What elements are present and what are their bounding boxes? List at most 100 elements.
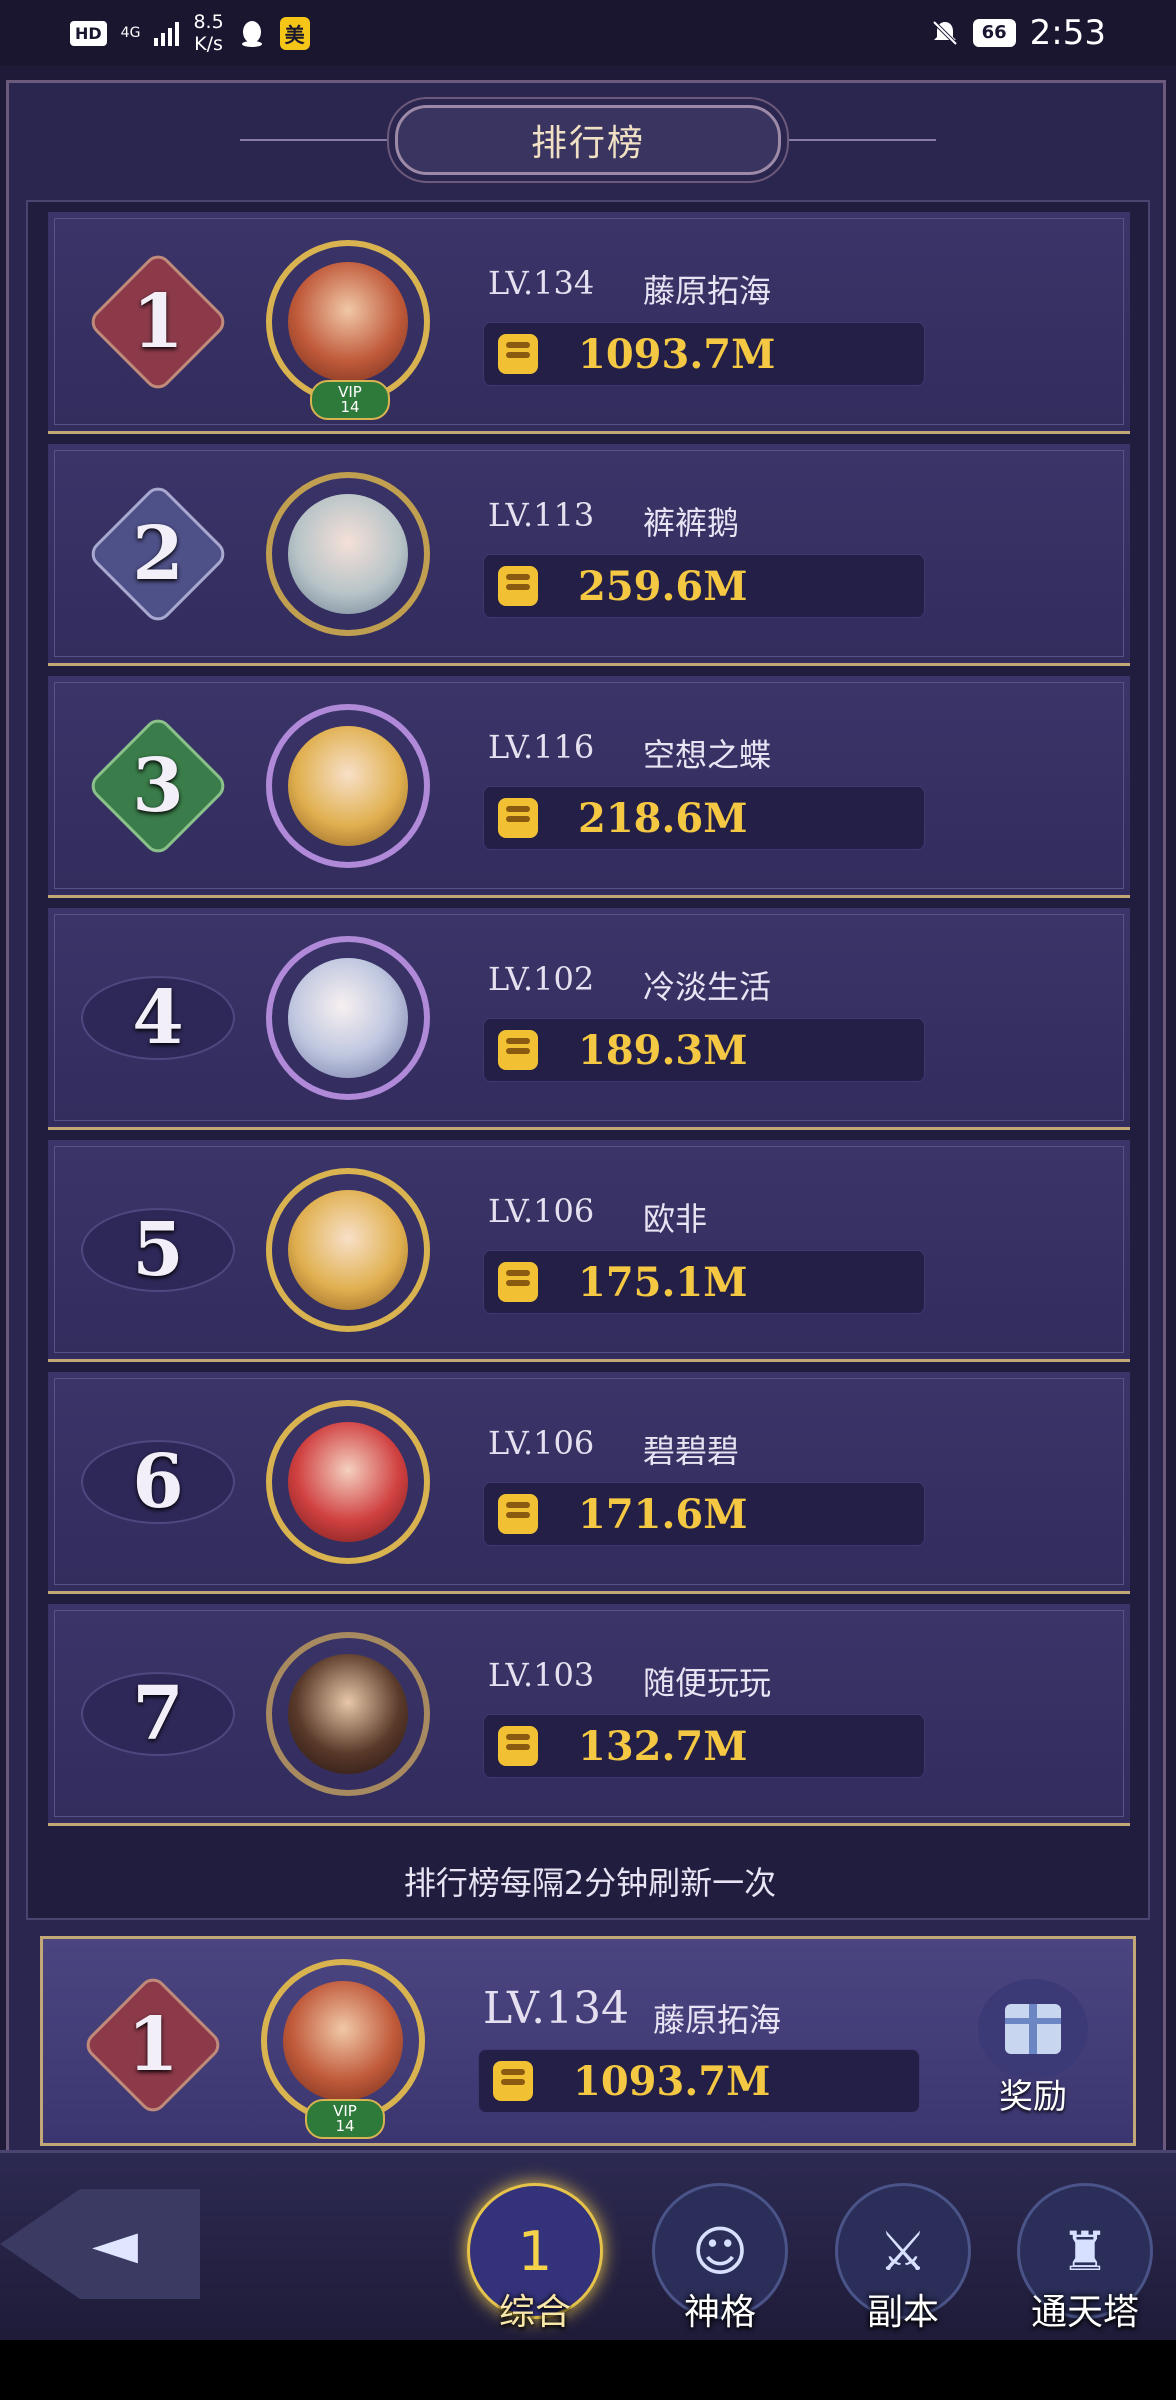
power-bar: 259.6M xyxy=(483,554,925,618)
tab-tower[interactable]: ♜ 通天塔 xyxy=(1010,2183,1160,2333)
tab-dungeon[interactable]: ⚔ 副本 xyxy=(828,2183,978,2333)
player-name: 裤裤鹅 xyxy=(643,504,740,542)
player-name: 冷淡生活 xyxy=(643,968,772,1006)
ranking-row[interactable]: 7 LV.103 随便玩玩 132.7M xyxy=(48,1604,1130,1826)
ranking-row[interactable]: 6 LV.106 碧碧碧 171.6M xyxy=(48,1372,1130,1594)
fist-icon xyxy=(498,798,538,838)
rank-badge: 4 xyxy=(81,948,235,1088)
rank-number: 7 xyxy=(132,1671,184,1757)
network-speed: 8.5 K/s xyxy=(193,11,224,55)
fist-icon xyxy=(498,1030,538,1070)
back-button[interactable]: ◄ xyxy=(0,2189,200,2299)
power-bar: 171.6M xyxy=(483,1482,925,1546)
player-level: LV.102 xyxy=(488,960,595,998)
ranking-row[interactable]: 4 LV.102 冷淡生活 189.3M xyxy=(48,908,1130,1130)
power-bar: 1093.7M xyxy=(483,322,925,386)
player-name: 欧非 xyxy=(643,1200,708,1238)
power-value: 189.3M xyxy=(578,1026,748,1074)
title-ornament-right xyxy=(786,139,936,141)
player-level: LV.134 xyxy=(483,1983,630,2034)
battery-indicator: 66 xyxy=(972,19,1016,47)
tab-divinity[interactable]: ☺ 神格 xyxy=(645,2183,795,2333)
power-bar: 218.6M xyxy=(483,786,925,850)
rank-number: 6 xyxy=(132,1439,184,1525)
gift-icon xyxy=(978,1979,1088,2079)
reward-label: 奖励 xyxy=(999,2077,1067,2117)
power-value: 1093.7M xyxy=(578,330,776,378)
back-arrow-icon: ◄ xyxy=(91,2209,139,2279)
player-name: 随便玩玩 xyxy=(643,1664,772,1702)
ranking-row[interactable]: 3 LV.116 空想之蝶 218.6M xyxy=(48,676,1130,898)
player-level: LV.113 xyxy=(488,496,595,534)
meituan-icon: 美 xyxy=(279,16,310,50)
ranking-row[interactable]: 5 LV.106 欧非 175.1M xyxy=(48,1140,1130,1362)
power-value: 1093.7M xyxy=(573,2057,771,2105)
power-value: 175.1M xyxy=(578,1258,748,1306)
avatar[interactable] xyxy=(266,1168,430,1332)
fist-icon xyxy=(498,1726,538,1766)
fist-icon xyxy=(493,2061,533,2101)
network-label: 4G xyxy=(120,24,141,41)
rank-badge: 7 xyxy=(81,1644,235,1784)
power-bar: 132.7M xyxy=(483,1714,925,1778)
player-name: 碧碧碧 xyxy=(643,1432,740,1470)
avatar[interactable] xyxy=(266,704,430,868)
rank-number: 3 xyxy=(132,743,184,829)
power-value: 132.7M xyxy=(578,1722,748,1770)
rank-badge: 3 xyxy=(85,713,231,859)
avatar[interactable] xyxy=(266,1632,430,1796)
reward-button[interactable]: 奖励 xyxy=(973,1979,1093,2119)
player-name: 藤原拓海 xyxy=(653,2001,782,2039)
tab-label: 通天塔 xyxy=(1030,2292,1139,2333)
fist-icon xyxy=(498,566,538,606)
power-bar: 189.3M xyxy=(483,1018,925,1082)
avatar[interactable] xyxy=(266,472,430,636)
power-value: 218.6M xyxy=(578,794,748,842)
tab-label: 神格 xyxy=(683,2292,756,2333)
rank-badge: 1 xyxy=(85,249,231,395)
rank-number: 2 xyxy=(132,511,184,597)
rank-badge: 6 xyxy=(81,1412,235,1552)
rank-number: 5 xyxy=(132,1207,184,1293)
vip-badge: VIP 14 xyxy=(310,380,390,420)
mute-bell-icon xyxy=(932,20,957,46)
tab-overall[interactable]: 1 综合 xyxy=(460,2183,610,2333)
tab-label: 综合 xyxy=(498,2292,571,2333)
hd-icon: HD xyxy=(70,20,107,46)
my-rank-card[interactable]: 1 VIP 14 LV.134 藤原拓海 1093.7M 奖励 xyxy=(40,1936,1136,2146)
qq-icon xyxy=(241,21,262,47)
title-ornament-left xyxy=(240,139,390,141)
power-bar: 1093.7M xyxy=(478,2049,920,2113)
rank-number: 1 xyxy=(132,279,184,365)
fist-icon xyxy=(498,1262,538,1302)
ranking-list[interactable]: 1 VIP 14 LV.134 藤原拓海 1093.7M 2 LV.113 裤裤鹅… xyxy=(26,200,1150,1920)
rank-number: 1 xyxy=(127,2002,179,2088)
page-title: 排行榜 xyxy=(530,123,645,164)
signal-icon xyxy=(154,20,180,46)
avatar[interactable] xyxy=(266,1400,430,1564)
title-frame: 排行榜 xyxy=(395,105,781,175)
avatar[interactable] xyxy=(266,936,430,1100)
tab-label: 副本 xyxy=(866,2292,939,2333)
player-level: LV.103 xyxy=(488,1656,595,1694)
player-name: 藤原拓海 xyxy=(643,272,772,310)
status-bar: HD 4G 8.5 K/s 美 66 2:53 xyxy=(0,0,1176,66)
player-level: LV.106 xyxy=(488,1424,595,1462)
vip-badge: VIP 14 xyxy=(305,2099,385,2139)
clock: 2:53 xyxy=(1029,13,1106,53)
player-level: LV.116 xyxy=(488,728,595,766)
rank-badge: 5 xyxy=(81,1180,235,1320)
fist-icon xyxy=(498,1494,538,1534)
title-banner: 排行榜 xyxy=(240,100,936,180)
ranking-row[interactable]: 1 VIP 14 LV.134 藤原拓海 1093.7M xyxy=(48,212,1130,434)
system-nav-bar xyxy=(0,2340,1176,2400)
power-value: 171.6M xyxy=(578,1490,748,1538)
ranking-row[interactable]: 2 LV.113 裤裤鹅 259.6M xyxy=(48,444,1130,666)
player-level: LV.134 xyxy=(488,264,595,302)
player-name: 空想之蝶 xyxy=(643,736,772,774)
power-bar: 175.1M xyxy=(483,1250,925,1314)
power-value: 259.6M xyxy=(578,562,748,610)
rank-badge: 2 xyxy=(85,481,231,627)
fist-icon xyxy=(498,334,538,374)
refresh-note: 排行榜每隔2分钟刷新一次 xyxy=(403,1864,777,1902)
